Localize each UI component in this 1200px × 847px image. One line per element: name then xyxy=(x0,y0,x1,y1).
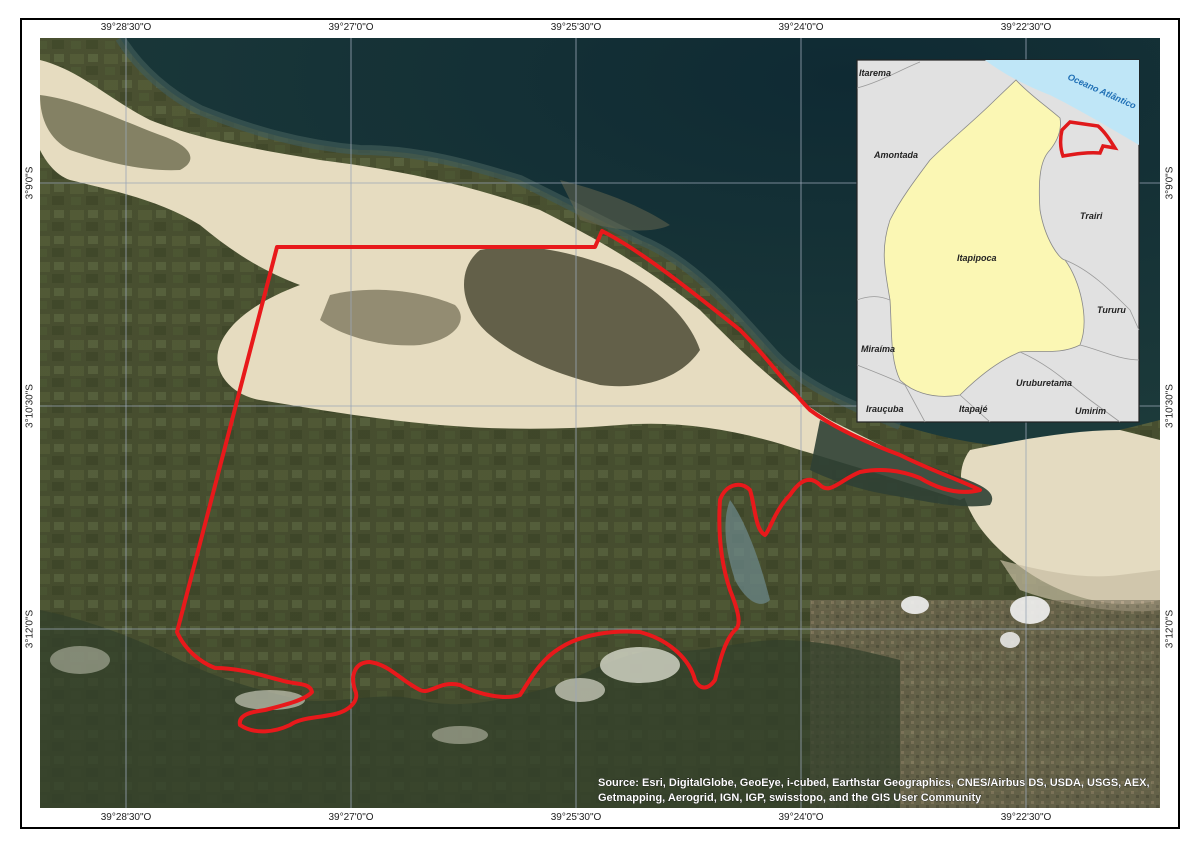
salt-flat xyxy=(432,726,488,744)
inset-label-itarema: Itarema xyxy=(859,68,891,78)
attribution-line-2: Getmapping, Aerogrid, IGN, IGP, swisstop… xyxy=(598,792,982,804)
inset-label-amontada: Amontada xyxy=(873,150,918,160)
coord-label-bottom-1: 39°28'30"O xyxy=(100,812,152,823)
coord-label-bottom-3: 39°25'30"O xyxy=(550,812,602,823)
cloud xyxy=(901,596,929,614)
inset-label-uruburetama: Uruburetama xyxy=(1016,378,1072,388)
coord-label-left-1: 3°9'0"S xyxy=(24,166,36,200)
coord-label-left-2: 3°10'30"S xyxy=(24,384,36,428)
coord-label-right-2: 3°10'30"S xyxy=(1164,384,1176,428)
coord-label-bottom-4: 39°24'0"O xyxy=(778,812,824,823)
salt-flat xyxy=(50,646,110,674)
inset-label-tururu: Tururu xyxy=(1097,305,1126,315)
inset-label-iraucuba: Irauçuba xyxy=(866,404,904,414)
salt-flat xyxy=(555,678,605,702)
coord-label-top-3: 39°25'30"O xyxy=(550,22,602,33)
coord-label-top-4: 39°24'0"O xyxy=(778,22,824,33)
coord-label-top-2: 39°27'0"O xyxy=(328,22,374,33)
inset-label-itapipoca: Itapipoca xyxy=(957,253,997,263)
inset-label-umirim: Umirim xyxy=(1075,406,1106,416)
inset-label-itapaje: Itapajé xyxy=(959,404,988,414)
salt-flat xyxy=(600,647,680,683)
cloud xyxy=(1010,596,1050,624)
inset-label-trairi: Trairi xyxy=(1080,211,1103,221)
coord-label-bottom-2: 39°27'0"O xyxy=(328,812,374,823)
coord-label-top-1: 39°28'30"O xyxy=(100,22,152,33)
coord-label-bottom-5: 39°22'30"O xyxy=(1000,812,1052,823)
coord-label-right-3: 3°12'0"S xyxy=(1164,609,1176,649)
inset-label-miraima: Miraíma xyxy=(861,344,895,354)
satellite-map: Itarema Amontada Trairi Itapipoca Tururu… xyxy=(40,38,1160,808)
attribution-line-1: Source: Esri, DigitalGlobe, GeoEye, i-cu… xyxy=(598,777,1150,789)
coord-label-top-5: 39°22'30"O xyxy=(1000,22,1052,33)
inset-map: Itarema Amontada Trairi Itapipoca Tururu… xyxy=(856,59,1140,423)
cloud xyxy=(1000,632,1020,648)
coord-label-right-1: 3°9'0"S xyxy=(1164,166,1176,200)
coord-label-left-3: 3°12'0"S xyxy=(24,609,36,649)
